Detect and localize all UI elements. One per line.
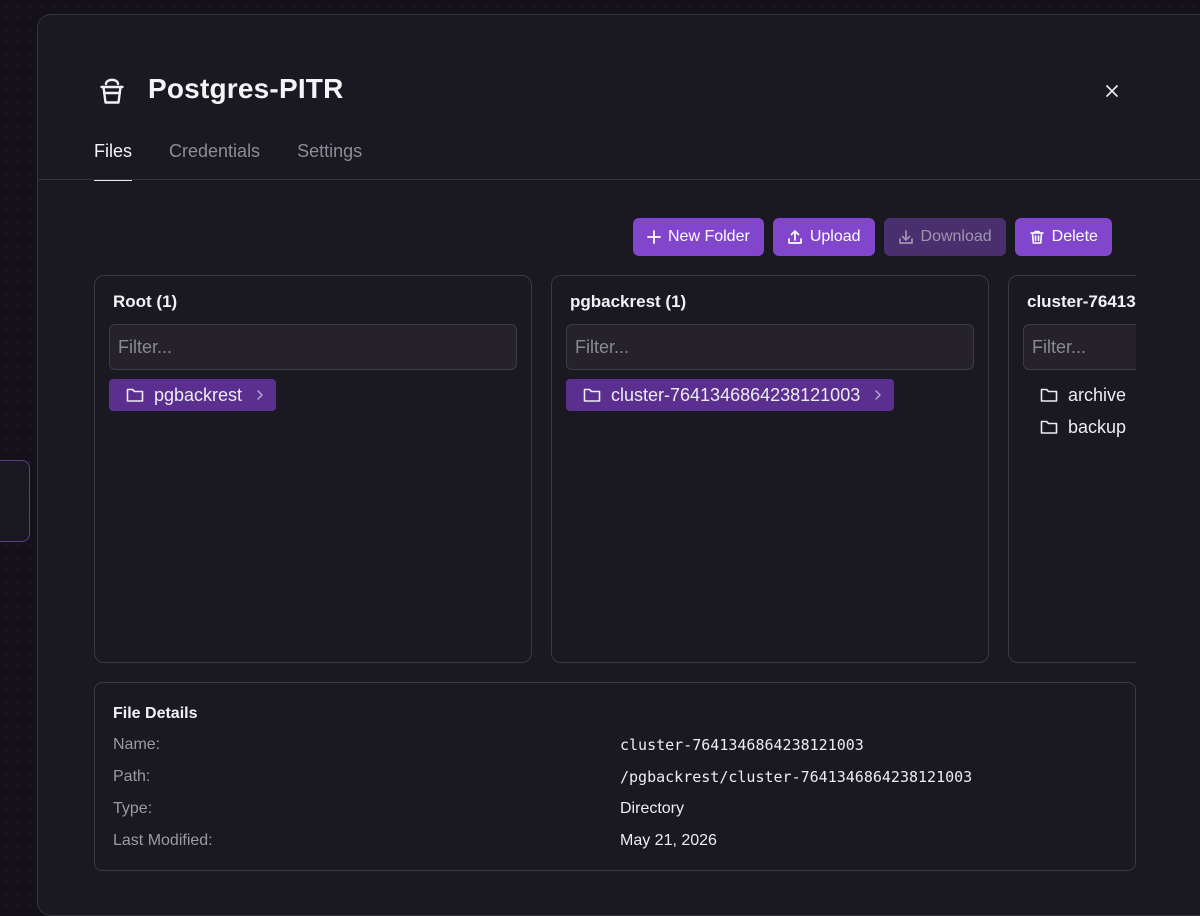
column-title: pgbackrest (1) (570, 292, 687, 311)
tab-credentials[interactable]: Credentials (169, 141, 260, 181)
filter-input[interactable] (566, 324, 974, 370)
folder-icon (126, 388, 144, 402)
bucket-modal: Postgres-PITR Files Credentials Settings… (37, 14, 1200, 916)
tab-settings[interactable]: Settings (297, 141, 362, 181)
upload-button[interactable]: Upload (772, 218, 875, 256)
folder-icon (1040, 388, 1058, 402)
download-button[interactable]: Download (883, 218, 1006, 256)
detail-label: Type: (113, 800, 153, 817)
column-title: cluster-7641346864238121003 (2) (1027, 292, 1136, 311)
new-folder-label: New Folder (668, 228, 750, 245)
modal-title: Postgres-PITR (148, 73, 344, 104)
file-toolbar: New Folder Upload Download Delete (633, 218, 1112, 256)
new-folder-button[interactable]: New Folder (633, 218, 764, 256)
close-icon (1106, 85, 1118, 97)
item-label: cluster-7641346864238121003 (611, 384, 861, 405)
plus-icon (647, 230, 661, 244)
list-item-cluster[interactable]: cluster-7641346864238121003 (566, 379, 895, 411)
detail-value: /pgbackrest/cluster-7641346864238121003 (620, 768, 973, 786)
detail-value: Directory (620, 800, 685, 817)
item-label: backup (1068, 416, 1127, 437)
tab-divider (38, 179, 1200, 180)
column-title: Root (1) (113, 292, 178, 311)
delete-label: Delete (1051, 228, 1098, 245)
download-label: Download (920, 228, 992, 245)
miller-columns: Root (1) pgbackrest pgbackrest (1) (94, 275, 1136, 663)
detail-label: Name: (113, 736, 161, 753)
close-button[interactable] (1100, 79, 1124, 103)
background-card (0, 460, 30, 542)
filter-input[interactable] (1023, 324, 1136, 370)
download-icon (898, 230, 913, 244)
bucket-icon (96, 75, 128, 107)
detail-label: Last Modified: (113, 832, 213, 849)
trash-icon (1029, 230, 1044, 244)
detail-value: May 21, 2026 (620, 832, 717, 849)
details-title: File Details (113, 705, 198, 722)
folder-icon (1040, 420, 1058, 434)
folder-icon (583, 388, 601, 402)
column-cluster: cluster-7641346864238121003 (2) archive … (1008, 275, 1136, 663)
list-item-archive[interactable]: archive (1023, 379, 1136, 411)
tab-files[interactable]: Files (94, 141, 133, 181)
list-item-backup[interactable]: backup (1023, 411, 1136, 443)
item-label: pgbackrest (154, 384, 243, 405)
list-item-pgbackrest[interactable]: pgbackrest (109, 379, 277, 411)
detail-value: cluster-7641346864238121003 (620, 736, 864, 754)
upload-icon (787, 230, 802, 244)
column-pgbackrest: pgbackrest (1) cluster-76413468642381210… (551, 275, 989, 663)
file-details-panel: File Details Name: cluster-7641346864238… (94, 682, 1136, 871)
column-root: Root (1) pgbackrest (94, 275, 532, 663)
tab-bar: Files Credentials Settings (94, 141, 362, 181)
item-label: archive (1068, 384, 1127, 405)
chevron-right-icon (875, 390, 881, 400)
delete-button[interactable]: Delete (1014, 218, 1112, 256)
upload-label: Upload (809, 228, 861, 245)
chevron-right-icon (257, 390, 263, 400)
detail-label: Path: (113, 768, 151, 785)
filter-input[interactable] (109, 324, 517, 370)
